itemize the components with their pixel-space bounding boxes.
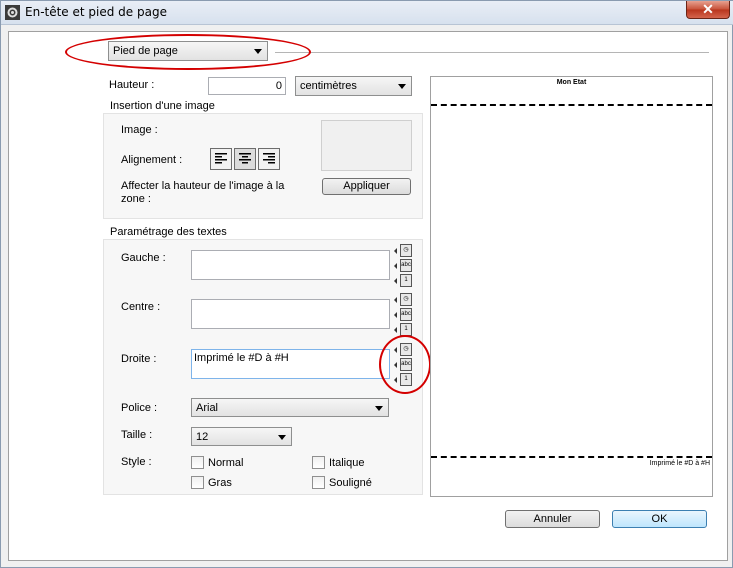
affect-height-label-line2: zone : bbox=[121, 193, 151, 205]
gear-icon bbox=[5, 5, 20, 20]
align-left-button[interactable] bbox=[210, 148, 232, 170]
annotation-ellipse-icons bbox=[379, 335, 431, 394]
unit-select[interactable]: centimètres bbox=[295, 76, 412, 96]
dialog-window: En-tête et pied de page ✕ Pied de page H… bbox=[0, 0, 733, 568]
font-select[interactable]: Arial bbox=[191, 398, 389, 417]
insert-arrow-icon bbox=[394, 248, 397, 254]
page-number-icon[interactable]: 1 bbox=[400, 274, 412, 287]
window-title: En-tête et pied de page bbox=[25, 5, 167, 19]
insert-arrow-icon bbox=[394, 327, 397, 333]
affect-height-label-line1: Affecter la hauteur de l'image à la bbox=[121, 180, 285, 192]
height-input[interactable]: 0 bbox=[208, 77, 286, 95]
clock-icon[interactable]: ◷ bbox=[400, 244, 412, 257]
text-group: Gauche : ◷ abc 1 Centre : ◷ abc 1 Droite… bbox=[103, 239, 431, 495]
style-label: Style : bbox=[121, 456, 152, 468]
image-label: Image : bbox=[121, 124, 158, 136]
insert-arrow-icon bbox=[394, 312, 397, 318]
image-preview-box[interactable] bbox=[321, 120, 412, 171]
right-text-label: Droite : bbox=[121, 353, 157, 365]
page-preview: Mon Etat Imprimé le #D à #H bbox=[430, 76, 713, 497]
unit-select-value: centimètres bbox=[300, 80, 357, 92]
height-label: Hauteur : bbox=[109, 79, 155, 91]
preview-header-separator bbox=[431, 104, 712, 106]
underline-label: Souligné bbox=[329, 477, 372, 489]
chevron-down-icon bbox=[375, 406, 383, 411]
font-label: Police : bbox=[121, 402, 158, 414]
normal-checkbox[interactable] bbox=[191, 456, 204, 469]
close-icon: ✕ bbox=[702, 1, 714, 17]
preview-header-text: Mon Etat bbox=[556, 79, 587, 86]
size-select[interactable]: 12 bbox=[191, 427, 292, 446]
image-group: Image : Alignement : Affecter la hauteur… bbox=[103, 113, 423, 219]
height-value: 0 bbox=[275, 80, 282, 92]
alignment-label: Alignement : bbox=[121, 154, 183, 166]
abc-page-icon[interactable]: abc bbox=[400, 259, 412, 272]
italic-label: Italique bbox=[329, 457, 365, 469]
close-button[interactable]: ✕ bbox=[686, 1, 730, 19]
left-text-input[interactable] bbox=[191, 250, 390, 280]
annotation-ellipse-section bbox=[65, 34, 311, 70]
italic-checkbox[interactable] bbox=[312, 456, 325, 469]
right-text-input[interactable]: Imprimé le #D à #H bbox=[191, 349, 390, 379]
underline-checkbox[interactable] bbox=[312, 476, 325, 489]
text-group-title: Paramétrage des textes bbox=[110, 226, 227, 238]
image-group-title: Insertion d'une image bbox=[110, 100, 215, 112]
insert-arrow-icon bbox=[394, 263, 397, 269]
title-bar: En-tête et pied de page ✕ bbox=[1, 1, 733, 25]
section-separator bbox=[275, 52, 709, 53]
bold-label: Gras bbox=[208, 477, 232, 489]
bold-checkbox[interactable] bbox=[191, 476, 204, 489]
apply-button[interactable]: Appliquer bbox=[322, 178, 411, 195]
ok-button[interactable]: OK bbox=[612, 510, 707, 528]
right-text-value: Imprimé le #D à #H bbox=[194, 352, 289, 364]
preview-footer-text: Imprimé le #D à #H bbox=[649, 460, 710, 467]
normal-label: Normal bbox=[208, 457, 244, 469]
preview-footer-separator bbox=[431, 456, 712, 458]
chevron-down-icon bbox=[398, 84, 406, 89]
font-select-value: Arial bbox=[196, 402, 219, 414]
cancel-button[interactable]: Annuler bbox=[505, 510, 600, 528]
size-label: Taille : bbox=[121, 429, 153, 441]
insert-arrow-icon bbox=[394, 278, 397, 284]
chevron-down-icon bbox=[278, 435, 286, 440]
align-right-button[interactable] bbox=[258, 148, 280, 170]
center-text-input[interactable] bbox=[191, 299, 390, 329]
center-text-label: Centre : bbox=[121, 301, 161, 313]
size-select-value: 12 bbox=[196, 431, 209, 443]
insert-arrow-icon bbox=[394, 297, 397, 303]
align-center-icon bbox=[239, 153, 251, 164]
abc-page-icon[interactable]: abc bbox=[400, 308, 412, 321]
align-left-icon bbox=[215, 153, 227, 164]
align-center-button[interactable] bbox=[234, 148, 256, 170]
clock-icon[interactable]: ◷ bbox=[400, 293, 412, 306]
dialog-content: Pied de page Hauteur : 0 centimètres Ins… bbox=[8, 31, 728, 561]
left-text-label: Gauche : bbox=[121, 252, 166, 264]
align-right-icon bbox=[263, 153, 275, 164]
